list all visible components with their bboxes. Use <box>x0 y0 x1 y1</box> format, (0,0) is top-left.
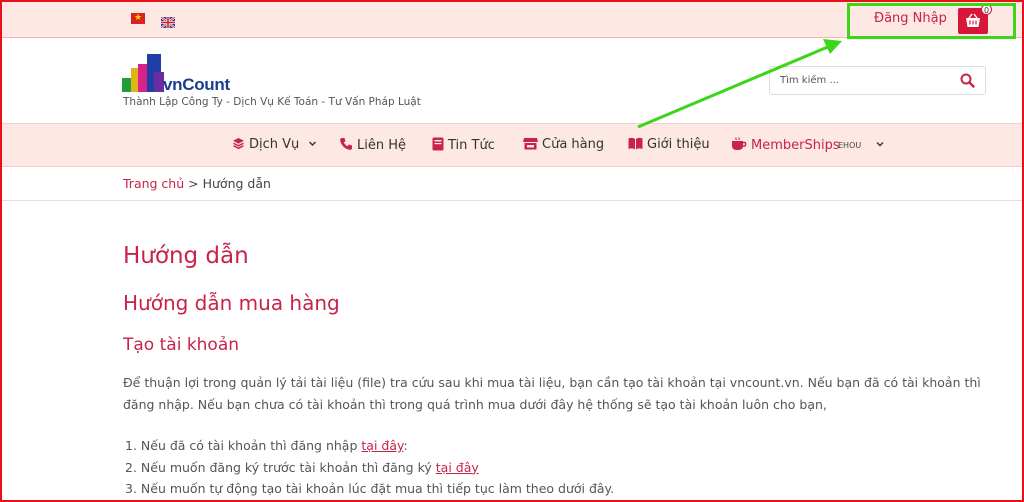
nav-label: Cửa hàng <box>542 137 605 152</box>
subsection-heading: Tạo tài khoản <box>123 335 240 355</box>
breadcrumb: Trang chủ > Hướng dẫn <box>123 176 271 191</box>
book-open-icon <box>628 137 643 150</box>
list-item: 1. Nếu đã có tài khoản thì đăng nhập tại… <box>125 435 985 457</box>
layers-icon <box>233 138 244 150</box>
divider <box>2 200 1022 201</box>
search-input[interactable] <box>770 67 950 94</box>
chevron-down-icon[interactable] <box>875 139 885 149</box>
phone-icon <box>340 138 352 150</box>
list-item-text: 3. Nếu muốn tự động tạo tài khoản lúc đặ… <box>125 481 615 496</box>
tagline: Thành Lập Công Ty - Dịch Vụ Kế Toán - Tư… <box>123 96 421 108</box>
list-item-text: 2. Nếu muốn đăng ký trước tài khoản thì … <box>125 459 436 475</box>
nav-label: Liên Hệ <box>357 138 406 153</box>
list-item-text: 1. Nếu đã có tài khoản thì đăng nhập <box>125 438 362 453</box>
list-item: 3. Nếu muốn tự động tạo tài khoản lúc đặ… <box>125 478 985 500</box>
search-icon[interactable] <box>960 73 975 88</box>
vietnam-flag-icon[interactable]: ★ <box>131 13 145 24</box>
uk-flag-icon[interactable] <box>160 13 176 29</box>
breadcrumb-separator: > <box>188 176 199 191</box>
section-heading: Hướng dẫn mua hàng <box>123 291 340 315</box>
nav-item-memberships[interactable]: MemberShips <box>731 137 840 153</box>
breadcrumb-current: Hướng dẫn <box>202 176 271 191</box>
nav-label: MemberShips <box>751 138 840 153</box>
login-here-link[interactable]: tại đây <box>361 438 403 453</box>
list-item: 2. Nếu muốn đăng ký trước tài khoản thì … <box>125 457 985 479</box>
nav-label: Tin Tức <box>448 138 495 153</box>
coffee-icon <box>732 137 747 150</box>
nav-item-gioi-thieu[interactable]: Giới thiệu <box>628 137 710 152</box>
nav-label: Giới thiệu <box>647 137 710 152</box>
logo-text[interactable]: vnCount <box>163 75 230 95</box>
main-nav: Dịch Vụ Liên Hệ Tin Tức Cửa hàng Giới th… <box>2 123 1022 167</box>
chevron-down-icon <box>309 141 317 146</box>
nav-item-tin-tuc[interactable]: Tin Tức <box>432 137 495 153</box>
store-icon <box>523 138 538 150</box>
list-item-suffix: : <box>403 438 408 453</box>
intro-paragraph: Để thuận lợi trong quản lý tải tài liệu … <box>123 375 981 412</box>
nav-item-dich-vu[interactable]: Dịch Vụ <box>232 137 321 152</box>
nav-extra-label[interactable]: EHOU <box>838 141 861 150</box>
nav-item-cua-hang[interactable]: Cửa hàng <box>523 137 604 152</box>
highlight-box <box>847 3 1016 39</box>
steps-list: 1. Nếu đã có tài khoản thì đăng nhập tại… <box>125 435 985 500</box>
nav-item-lien-he[interactable]: Liên Hệ <box>339 137 406 153</box>
search-box <box>769 66 986 95</box>
nav-label: Dịch Vụ <box>249 137 300 152</box>
breadcrumb-home-link[interactable]: Trang chủ <box>123 176 184 191</box>
newspaper-icon <box>432 137 444 151</box>
register-here-link[interactable]: tại đây <box>436 460 479 475</box>
page-title: Hướng dẫn <box>123 243 249 269</box>
